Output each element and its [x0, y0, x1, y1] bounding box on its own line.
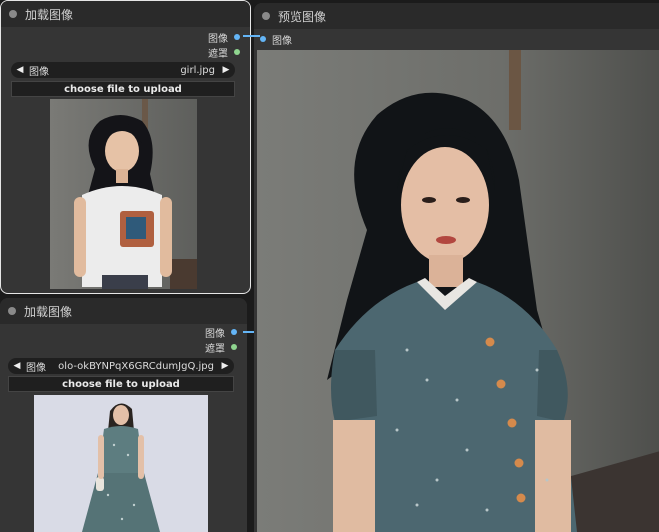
connection-wire — [243, 35, 260, 37]
upload-button[interactable]: choose file to upload — [8, 376, 234, 392]
load-image-node-2[interactable]: 加载图像 图像 遮罩 ◀ 图像 olo-okBYNPqX6GRCdumJgQ.j… — [0, 298, 247, 532]
node-header[interactable]: 加载图像 — [1, 1, 250, 27]
input-label: 图像 — [272, 35, 292, 47]
preview-image-node[interactable]: 预览图像 图像 — [254, 3, 659, 532]
output-label: 遮罩 — [208, 48, 228, 60]
preview-image — [257, 50, 659, 532]
next-arrow-icon[interactable]: ▶ — [220, 361, 230, 371]
output-port-icon[interactable] — [234, 49, 240, 55]
output-port-icon[interactable] — [231, 344, 237, 350]
output-port-icon[interactable] — [234, 34, 240, 40]
image-thumbnail — [50, 99, 197, 289]
image-combo[interactable]: ◀ 图像 girl.jpg ▶ — [11, 62, 235, 78]
prev-arrow-icon[interactable]: ◀ — [12, 361, 22, 371]
connection-wire — [243, 331, 254, 333]
prev-arrow-icon[interactable]: ◀ — [15, 65, 25, 75]
node-title: 加载图像 — [24, 304, 73, 319]
combo-value: olo-okBYNPqX6GRCdumJgQ.jpg — [58, 360, 214, 372]
next-arrow-icon[interactable]: ▶ — [221, 65, 231, 75]
node-title: 预览图像 — [278, 9, 327, 24]
image-combo[interactable]: ◀ 图像 olo-okBYNPqX6GRCdumJgQ.jpg ▶ — [8, 358, 234, 374]
input-image[interactable]: 图像 — [260, 32, 292, 47]
input-port-icon[interactable] — [260, 36, 266, 42]
load-image-node-1[interactable]: 加载图像 图像 遮罩 ◀ 图像 girl.jpg ▶ choose file t… — [0, 0, 251, 294]
output-port-icon[interactable] — [231, 329, 237, 335]
output-label: 遮罩 — [205, 343, 225, 355]
output-image[interactable]: 图像 — [205, 325, 237, 340]
node-header[interactable]: 预览图像 — [254, 3, 659, 29]
combo-value: girl.jpg — [180, 64, 215, 76]
node-title: 加载图像 — [25, 7, 74, 22]
image-thumbnail — [34, 395, 208, 532]
output-label: 图像 — [208, 33, 228, 45]
combo-label: 图像 — [26, 362, 46, 374]
output-mask[interactable]: 遮罩 — [208, 45, 240, 60]
node-header[interactable]: 加载图像 — [0, 298, 247, 324]
upload-button[interactable]: choose file to upload — [11, 81, 235, 97]
collapse-dot-icon[interactable] — [262, 12, 270, 20]
combo-label: 图像 — [29, 66, 49, 78]
output-mask[interactable]: 遮罩 — [205, 340, 237, 355]
collapse-dot-icon[interactable] — [8, 307, 16, 315]
output-image[interactable]: 图像 — [208, 30, 240, 45]
collapse-dot-icon[interactable] — [9, 10, 17, 18]
output-label: 图像 — [205, 328, 225, 340]
